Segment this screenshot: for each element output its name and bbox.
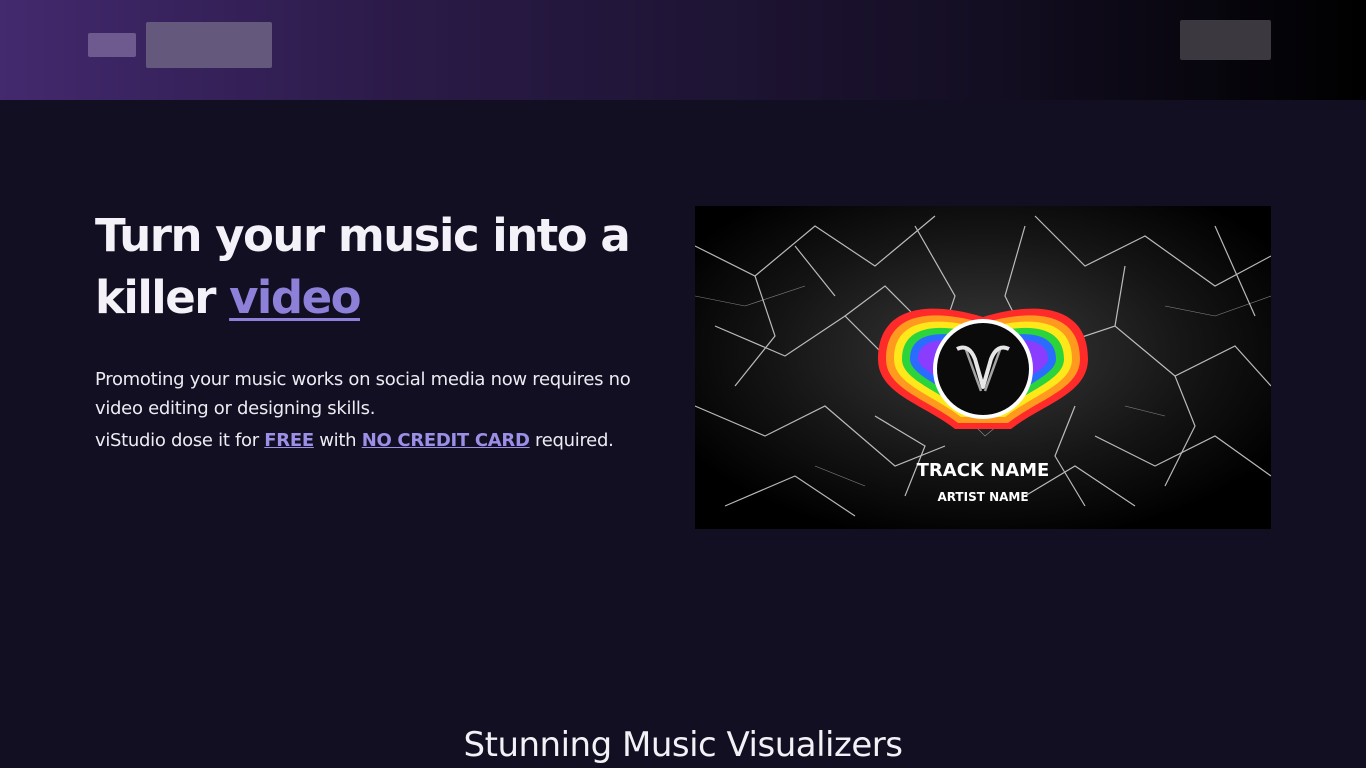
site-header xyxy=(0,0,1366,100)
video-preview[interactable]: TRACK NAME ARTIST NAME xyxy=(695,206,1271,529)
no-credit-card-link[interactable]: NO CREDIT CARD xyxy=(362,430,530,451)
artist-name: ARTIST NAME xyxy=(937,490,1029,504)
hero-title-accent: video xyxy=(229,271,361,324)
offer-text-pre: viStudio dose it for xyxy=(95,430,265,451)
section-title: Stunning Music Visualizers xyxy=(463,725,903,765)
header-action-button[interactable] xyxy=(1180,20,1271,60)
free-link[interactable]: FREE xyxy=(264,430,314,451)
hero-title-text: Turn your music into a killer xyxy=(95,209,631,324)
hero-offer-line: viStudio dose it for FREE with NO CREDIT… xyxy=(95,427,695,455)
hero-title: Turn your music into a killer video xyxy=(95,205,675,329)
logo-wordmark[interactable] xyxy=(146,22,272,68)
offer-text-post: required. xyxy=(529,430,614,451)
track-name: TRACK NAME xyxy=(916,460,1050,481)
offer-text-mid: with xyxy=(313,430,362,451)
hero-description: Promoting your music works on social med… xyxy=(95,369,631,419)
logo-icon[interactable] xyxy=(88,33,136,57)
